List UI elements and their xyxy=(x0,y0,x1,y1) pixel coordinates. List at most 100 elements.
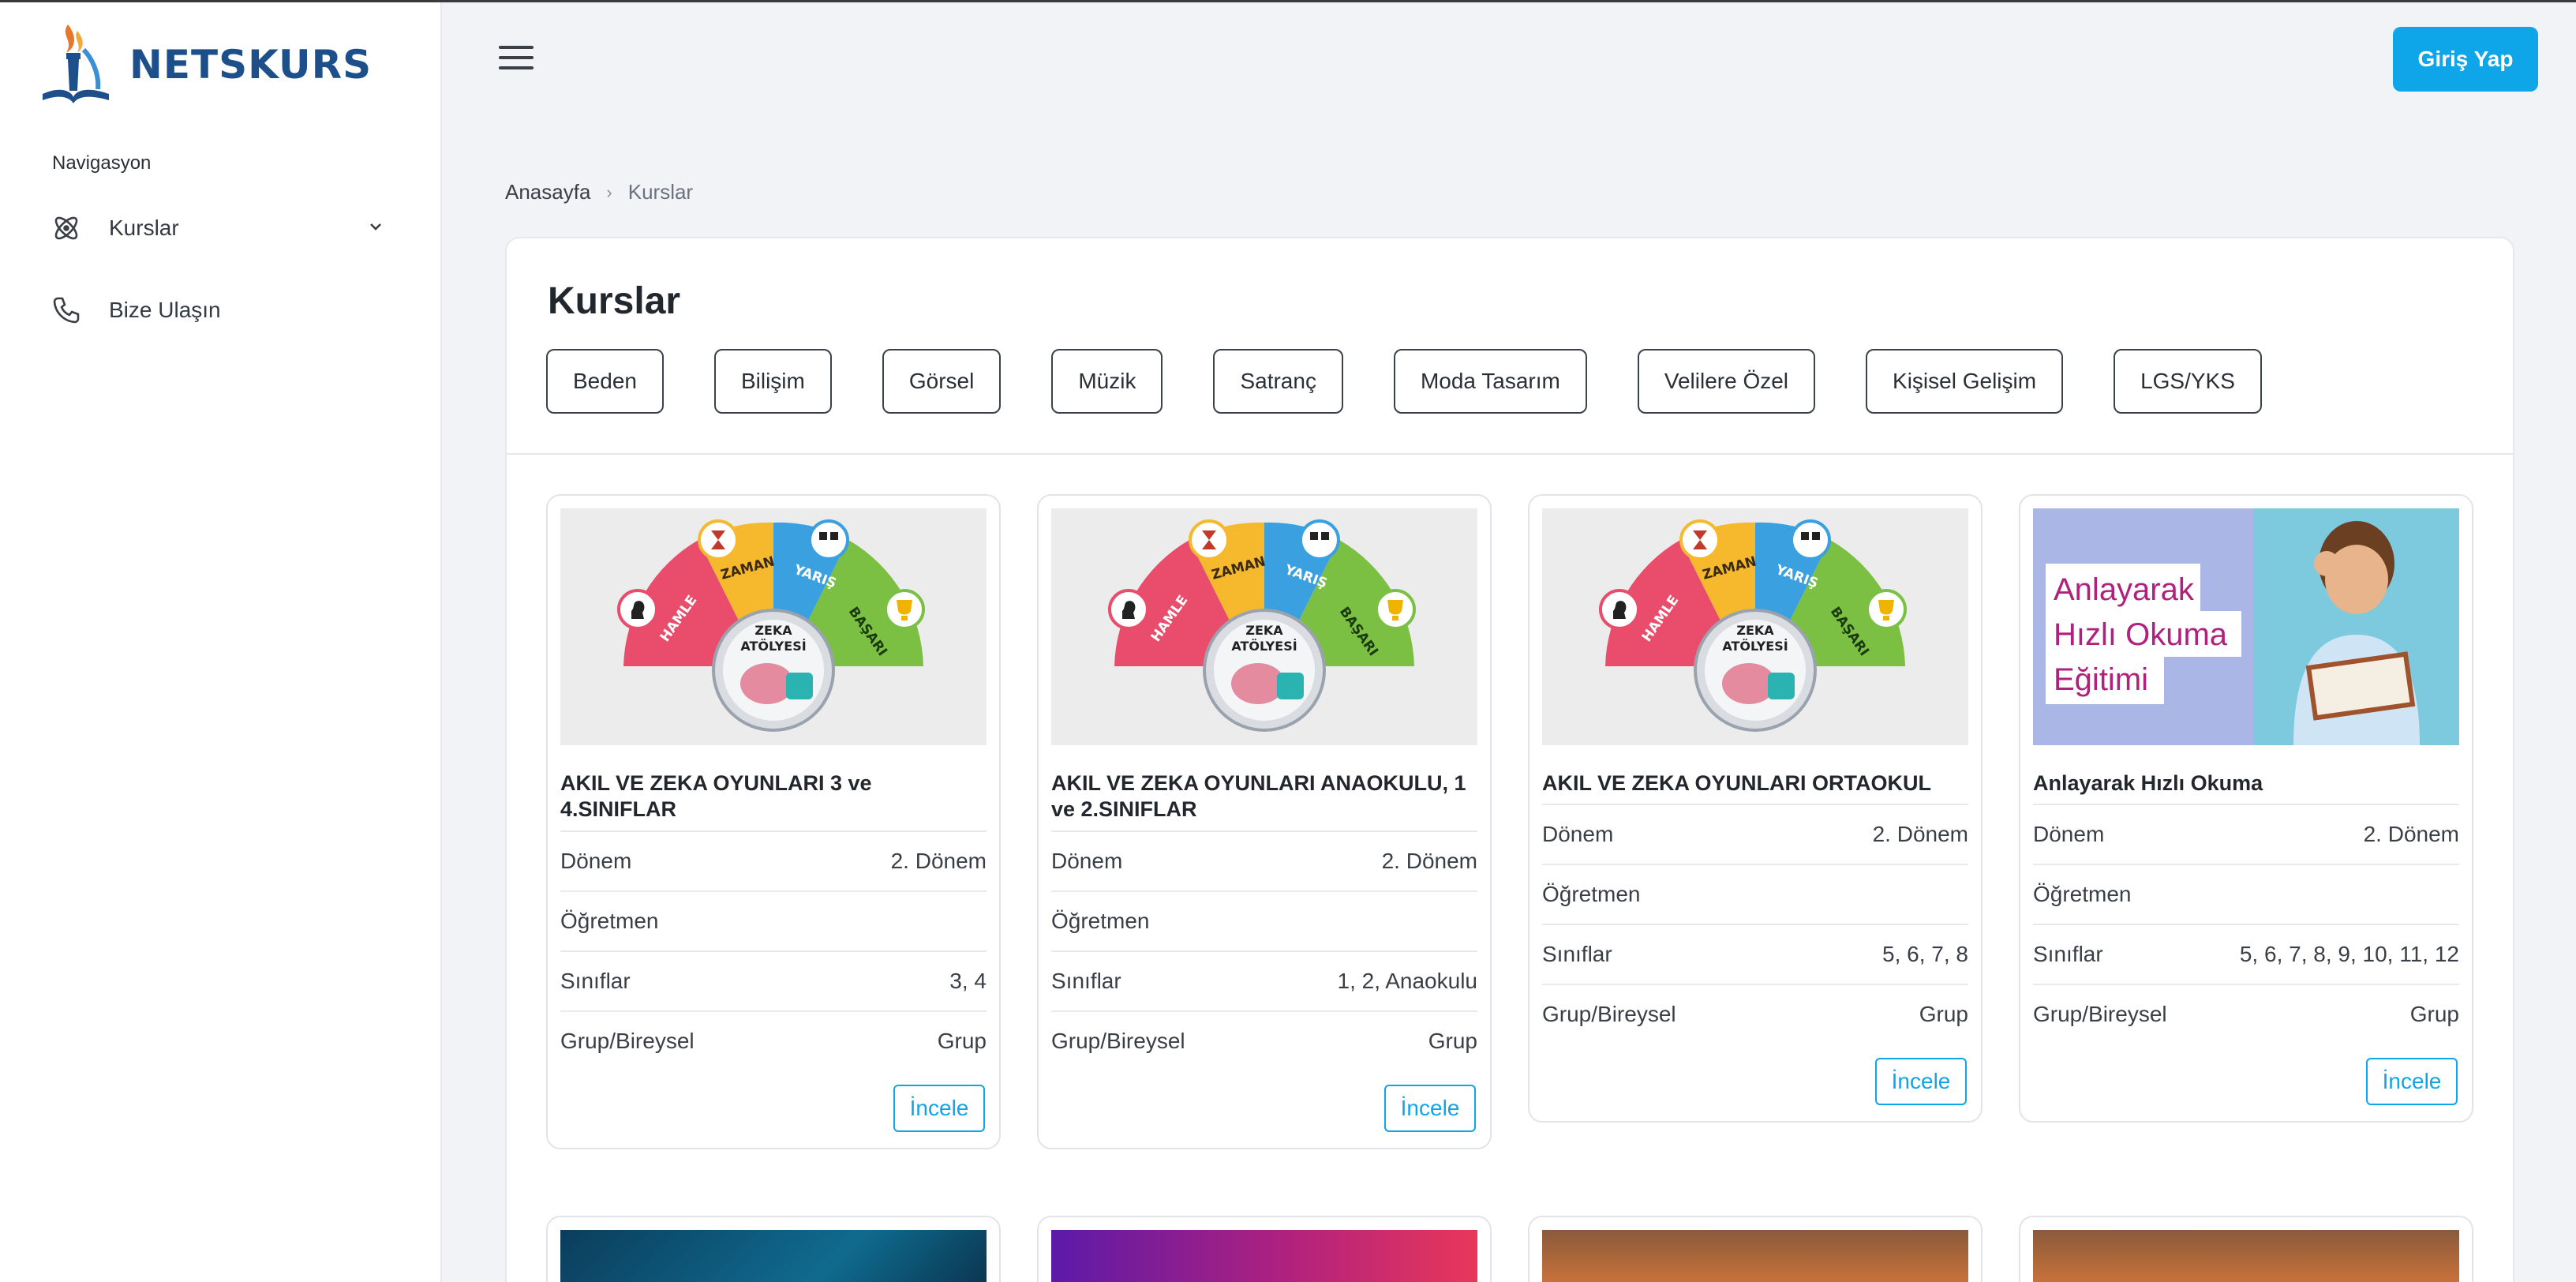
info-row-grup: Grup/Bireysel Grup xyxy=(560,1010,987,1070)
sidebar: NETSKURS Navigasyon Kurslar Bize Ulaşın xyxy=(0,2,442,1282)
center-label: ZEKA xyxy=(754,623,792,638)
filter-bilisim[interactable]: Bilişim xyxy=(713,349,832,414)
info-row-grup: Grup/Bireysel Grup xyxy=(1542,984,1968,1044)
info-label: Sınıflar xyxy=(2033,942,2103,966)
image-caption: Eğitimi xyxy=(2054,662,2148,697)
info-row-siniflar: Sınıflar 5, 6, 7, 8, 9, 10, 11, 12 xyxy=(2033,924,2459,984)
course-card-partial[interactable] xyxy=(546,1216,1001,1282)
info-label: Grup/Bireysel xyxy=(1542,1002,1676,1026)
phone-icon xyxy=(49,293,84,328)
filter-moda-tasarim[interactable]: Moda Tasarım xyxy=(1393,349,1587,414)
sidebar-item-label: Bize Ulaşın xyxy=(109,298,221,322)
incele-button[interactable]: İncele xyxy=(1384,1085,1476,1132)
info-value: 5, 6, 7, 8, 9, 10, 11, 12 xyxy=(2239,942,2459,966)
info-label: Dönem xyxy=(1542,822,1614,846)
course-title[interactable]: Anlayarak Hızlı Okuma xyxy=(2033,770,2459,797)
info-label: Sınıflar xyxy=(560,969,631,993)
info-row-donem: Dönem 2. Dönem xyxy=(1542,804,1968,864)
breadcrumb-current: Kurslar xyxy=(627,180,694,204)
course-thumbnail xyxy=(2033,1230,2459,1282)
course-info: Dönem 2. Dönem Öğretmen Sınıflar 5, 6, 7, 8 G… xyxy=(1542,804,1968,1044)
info-row-siniflar: Sınıflar 5, 6, 7, 8 xyxy=(1542,924,1968,984)
filter-kisisel-gelisim[interactable]: Kişisel Gelişim xyxy=(1866,349,2064,414)
torch-book-icon xyxy=(43,24,109,103)
incele-button[interactable]: İncele xyxy=(1875,1058,1967,1105)
image-caption: Hızlı Okuma xyxy=(2054,617,2228,652)
center-label: ATÖLYESİ xyxy=(740,639,806,654)
info-row-ogretmen: Öğretmen xyxy=(1051,890,1477,950)
category-filters: Beden Bilişim Görsel Müzik Satranç Moda … xyxy=(546,349,2312,414)
info-value: Grup xyxy=(1428,1029,1477,1053)
info-value: 1, 2, Anaokulu xyxy=(1337,969,1477,993)
info-row-ogretmen: Öğretmen xyxy=(560,890,987,950)
filter-satranc[interactable]: Satranç xyxy=(1213,349,1343,414)
course-image: Anlayarak Hızlı Okuma Eğitimi xyxy=(2033,508,2459,745)
info-label: Dönem xyxy=(1051,849,1123,873)
filter-lgs-yks[interactable]: LGS/YKS xyxy=(2114,349,2262,414)
course-card[interactable]: Anlayarak Hızlı Okuma Eğitimi Anlayarak Hız… xyxy=(2019,494,2473,1123)
info-value: Grup xyxy=(1919,1002,1968,1026)
info-row-siniflar: Sınıflar 3, 4 xyxy=(560,950,987,1010)
info-value: Grup xyxy=(937,1029,987,1053)
course-card-partial[interactable] xyxy=(1528,1216,1983,1282)
breadcrumb-home-link[interactable]: Anasayfa xyxy=(505,180,590,204)
course-title[interactable]: AKIL VE ZEKA OYUNLARI ANAOKULU, 1 ve 2.S… xyxy=(1051,770,1477,823)
course-card[interactable]: HAMLE ZAMAN YARIŞ BAŞARI ZEKA ATÖLYESİ AKIL VE… xyxy=(546,494,1001,1149)
course-card[interactable]: HAMLE ZAMAN YARIŞ BAŞARI ZEKA ATÖLYESİ AKIL VE… xyxy=(1528,494,1983,1123)
info-value: 2. Dönem xyxy=(1381,849,1477,873)
image-caption: Anlayarak xyxy=(2054,572,2195,607)
info-row-ogretmen: Öğretmen xyxy=(1542,864,1968,924)
center-label: ATÖLYESİ xyxy=(1231,639,1297,654)
info-value: 5, 6, 7, 8 xyxy=(1882,942,1968,966)
course-image: HAMLE ZAMAN YARIŞ BAŞARI ZEKA ATÖLYESİ xyxy=(1051,508,1477,745)
course-info: Dönem 2. Dönem Öğretmen Sınıflar 3, 4 Grup/Bi… xyxy=(560,830,987,1070)
info-label: Dönem xyxy=(560,849,632,873)
chevron-right-icon: › xyxy=(606,182,612,202)
sidebar-item-bize-ulasin[interactable]: Bize Ulaşın xyxy=(49,287,396,334)
info-row-donem: Dönem 2. Dönem xyxy=(1051,830,1477,890)
course-info: Dönem 2. Dönem Öğretmen Sınıflar 5, 6, 7, 8,… xyxy=(2033,804,2459,1044)
course-info: Dönem 2. Dönem Öğretmen Sınıflar 1, 2, Anaok… xyxy=(1051,830,1477,1070)
center-label: ZEKA xyxy=(1245,623,1283,638)
divider xyxy=(507,453,2513,455)
course-card-partial[interactable] xyxy=(2019,1216,2473,1282)
info-row-donem: Dönem 2. Dönem xyxy=(2033,804,2459,864)
info-value: 2. Dönem xyxy=(2363,822,2459,846)
brand-logo[interactable]: NETSKURS xyxy=(36,18,399,111)
page-title: Kurslar xyxy=(548,280,681,322)
info-label: Öğretmen xyxy=(2033,882,2132,906)
brand-name: NETSKURS xyxy=(129,42,373,88)
incele-button[interactable]: İncele xyxy=(893,1085,985,1132)
course-image: HAMLE ZAMAN YARIŞ BAŞARI ZEKA ATÖLYESİ xyxy=(560,508,987,745)
course-card[interactable]: HAMLE ZAMAN YARIŞ BAŞARI ZEKA ATÖLYESİ AKIL VE… xyxy=(1037,494,1492,1149)
incele-button[interactable]: İncele xyxy=(2366,1058,2458,1105)
atom-icon xyxy=(49,211,84,246)
info-row-ogretmen: Öğretmen xyxy=(2033,864,2459,924)
info-row-siniflar: Sınıflar 1, 2, Anaokulu xyxy=(1051,950,1477,1010)
course-thumbnail xyxy=(1051,1230,1477,1282)
info-value: 3, 4 xyxy=(949,969,987,993)
filter-muzik[interactable]: Müzik xyxy=(1051,349,1163,414)
filter-beden[interactable]: Beden xyxy=(546,349,664,414)
menu-toggle-icon[interactable] xyxy=(499,46,534,77)
info-label: Öğretmen xyxy=(560,909,659,933)
course-title[interactable]: AKIL VE ZEKA OYUNLARI ORTAOKUL xyxy=(1542,770,1968,797)
info-label: Grup/Bireysel xyxy=(1051,1029,1185,1053)
info-label: Sınıflar xyxy=(1051,969,1121,993)
sidebar-item-kurslar[interactable]: Kurslar xyxy=(49,204,396,252)
info-value: 2. Dönem xyxy=(1872,822,1968,846)
info-label: Grup/Bireysel xyxy=(560,1029,695,1053)
login-button[interactable]: Giriş Yap xyxy=(2393,27,2538,92)
info-label: Öğretmen xyxy=(1542,882,1641,906)
filter-velilere-ozel[interactable]: Velilere Özel xyxy=(1637,349,1816,414)
course-thumbnail xyxy=(1542,1230,1968,1282)
course-title[interactable]: AKIL VE ZEKA OYUNLARI 3 ve 4.SINIFLAR xyxy=(560,770,987,823)
course-card-partial[interactable] xyxy=(1037,1216,1492,1282)
chevron-down-icon[interactable] xyxy=(365,216,387,242)
info-row-grup: Grup/Bireysel Grup xyxy=(1051,1010,1477,1070)
info-value: Grup xyxy=(2409,1002,2459,1026)
info-label: Dönem xyxy=(2033,822,2105,846)
center-label: ZEKA xyxy=(1736,623,1774,638)
info-label: Sınıflar xyxy=(1542,942,1612,966)
filter-gorsel[interactable]: Görsel xyxy=(882,349,1002,414)
